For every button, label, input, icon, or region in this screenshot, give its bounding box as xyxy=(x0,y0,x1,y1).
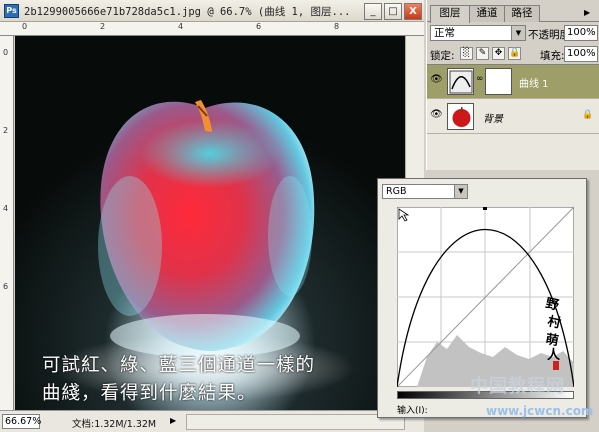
watermark-text: 中国教程网 xyxy=(470,376,565,397)
caption-line-2: 曲綫，看得到什麼結果。 xyxy=(42,383,257,404)
panel-tabs: 图层 通道 路径 xyxy=(427,5,599,23)
ruler-number: 6 xyxy=(256,22,262,31)
ruler-number: 2 xyxy=(100,22,106,31)
zoom-field[interactable]: 66.67% xyxy=(2,414,41,429)
ruler-number: 0 xyxy=(3,48,9,57)
chevron-down-icon[interactable]: ▼ xyxy=(454,185,467,198)
maximize-button[interactable]: □ xyxy=(384,3,402,20)
lock-icon: 🔒 xyxy=(582,110,594,120)
caption-line-1: 可試紅、綠、藍三個通道一樣的 xyxy=(42,355,316,376)
layer-name[interactable]: 曲线 1 xyxy=(519,75,549,90)
ruler-number: 6 xyxy=(3,282,9,291)
ruler-number: 2 xyxy=(3,126,9,135)
channel-select[interactable]: RGB ▼ xyxy=(382,184,468,199)
photoshop-icon: Ps xyxy=(4,4,19,18)
status-bar: 66.67% 文档:1.32M/1.32M ▶ xyxy=(0,410,424,432)
layer-row-background[interactable]: 👁 背景 🔒 xyxy=(427,100,599,134)
opacity-field[interactable]: 100% xyxy=(564,25,598,41)
ruler-vertical[interactable]: 0 2 4 6 xyxy=(0,36,14,410)
lock-move-icon[interactable]: ✥ xyxy=(492,47,505,60)
image-canvas[interactable]: 可試紅、綠、藍三個通道一樣的 曲綫，看得到什麼結果。 xyxy=(15,36,405,410)
svg-text:萌: 萌 xyxy=(544,331,560,349)
document-window: Ps 2b1299005666e71b728da5c1.jpg @ 66.7% … xyxy=(0,0,424,432)
panel-menu-icon[interactable]: ▶ xyxy=(584,8,590,17)
link-icon: ∞ xyxy=(476,74,484,84)
fill-label: 填充: xyxy=(540,50,565,62)
curves-graph[interactable]: 野 村 萌 人 xyxy=(397,207,574,387)
fill-field[interactable]: 100% xyxy=(564,46,598,62)
layer-list: 👁 ∞ 曲线 1 👁 背景 🔒 xyxy=(427,64,599,170)
tab-layers[interactable]: 图层 xyxy=(430,5,470,23)
input-label: 输入(I): xyxy=(397,406,428,416)
ruler-number: 4 xyxy=(3,204,9,213)
tab-paths[interactable]: 路径 xyxy=(504,5,540,22)
ruler-number: 4 xyxy=(178,22,184,31)
window-title: 2b1299005666e71b728da5c1.jpg @ 66.7% (曲线… xyxy=(24,6,351,18)
eye-icon[interactable]: 👁 xyxy=(430,110,443,120)
eye-icon[interactable]: 👁 xyxy=(430,75,443,85)
watermark-site: www.jcwcn.com xyxy=(486,404,594,418)
blend-mode-select[interactable]: 正常 ▼ xyxy=(430,25,526,41)
layer-mask-thumbnail[interactable] xyxy=(485,68,512,95)
curves-adjustment-icon xyxy=(447,68,474,95)
status-menu-arrow-icon[interactable]: ▶ xyxy=(170,416,176,425)
minimize-button[interactable]: _ xyxy=(364,3,382,20)
ruler-number: 8 xyxy=(334,22,340,31)
chevron-down-icon[interactable]: ▼ xyxy=(511,26,525,40)
background-thumbnail xyxy=(447,103,474,130)
channel-value: RGB xyxy=(386,186,407,197)
ruler-number: 0 xyxy=(22,22,28,31)
title-bar[interactable]: Ps 2b1299005666e71b728da5c1.jpg @ 66.7% … xyxy=(0,0,424,22)
horizontal-scrollbar[interactable] xyxy=(186,414,405,430)
caption-text: 可試紅、綠、藍三個通道一樣的 曲綫，看得到什麼結果。 xyxy=(42,352,387,408)
lock-paint-icon[interactable]: ✎ xyxy=(476,47,489,60)
svg-text:人: 人 xyxy=(547,347,561,363)
lock-all-icon[interactable]: 🔒 xyxy=(508,47,521,60)
lock-transparency-icon[interactable]: ░ xyxy=(460,47,473,60)
layer-row-curves[interactable]: 👁 ∞ 曲线 1 xyxy=(427,65,599,99)
tab-channels[interactable]: 通道 xyxy=(469,5,505,22)
ruler-horizontal[interactable]: 0 2 4 6 8 xyxy=(0,22,424,36)
blend-mode-value: 正常 xyxy=(434,27,455,39)
document-size-info: 文档:1.32M/1.32M xyxy=(72,419,157,430)
lock-label: 锁定: xyxy=(430,50,455,62)
layers-panel: 图层 通道 路径 ▶ 正常 ▼ 不透明度: 100% 锁定: ░ ✎ ✥ 🔒 填… xyxy=(426,0,599,170)
close-button[interactable]: X xyxy=(404,3,422,20)
layer-name[interactable]: 背景 xyxy=(483,110,503,125)
